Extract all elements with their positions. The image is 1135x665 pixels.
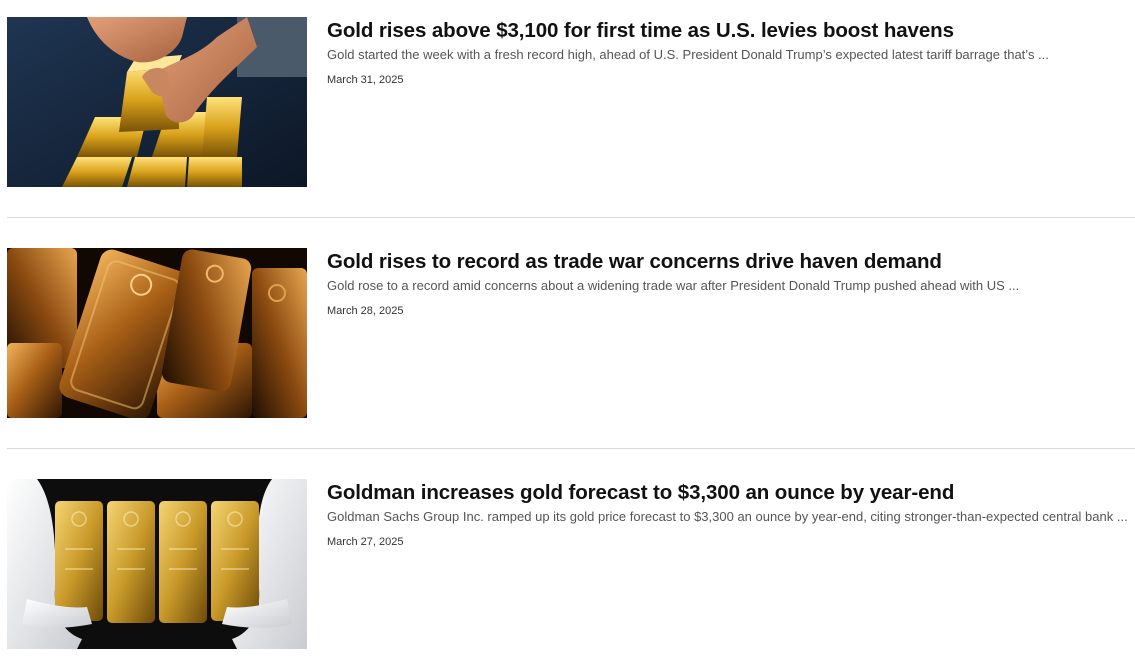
gold-bars-image <box>7 479 307 649</box>
article-text: Goldman increases gold forecast to $3,30… <box>327 479 1135 549</box>
article-item: Gold rises to record as trade war concer… <box>7 248 1135 418</box>
article-divider <box>7 217 1135 218</box>
gold-bars-image <box>7 17 307 187</box>
article-thumbnail[interactable] <box>7 248 307 418</box>
article-summary: Gold started the week with a fresh recor… <box>327 47 1049 62</box>
article-thumbnail[interactable] <box>7 479 307 649</box>
article-divider <box>7 448 1135 449</box>
article-headline[interactable]: Gold rises above $3,100 for first time a… <box>327 17 1135 44</box>
article-summary: Goldman Sachs Group Inc. ramped up its g… <box>327 509 1128 524</box>
article-summary: Gold rose to a record amid concerns abou… <box>327 278 1020 293</box>
article-date: March 31, 2025 <box>327 74 404 86</box>
article-text: Gold rises to record as trade war concer… <box>327 248 1135 318</box>
article-thumbnail[interactable] <box>7 17 307 187</box>
article-item: Goldman increases gold forecast to $3,30… <box>7 479 1135 649</box>
article-headline[interactable]: Goldman increases gold forecast to $3,30… <box>327 479 1135 506</box>
article-text: Gold rises above $3,100 for first time a… <box>327 17 1135 87</box>
article-date: March 27, 2025 <box>327 536 404 548</box>
article-headline[interactable]: Gold rises to record as trade war concer… <box>327 248 1135 275</box>
gold-bars-image <box>7 248 307 418</box>
article-item: Gold rises above $3,100 for first time a… <box>7 17 1135 187</box>
article-date: March 28, 2025 <box>327 305 404 317</box>
